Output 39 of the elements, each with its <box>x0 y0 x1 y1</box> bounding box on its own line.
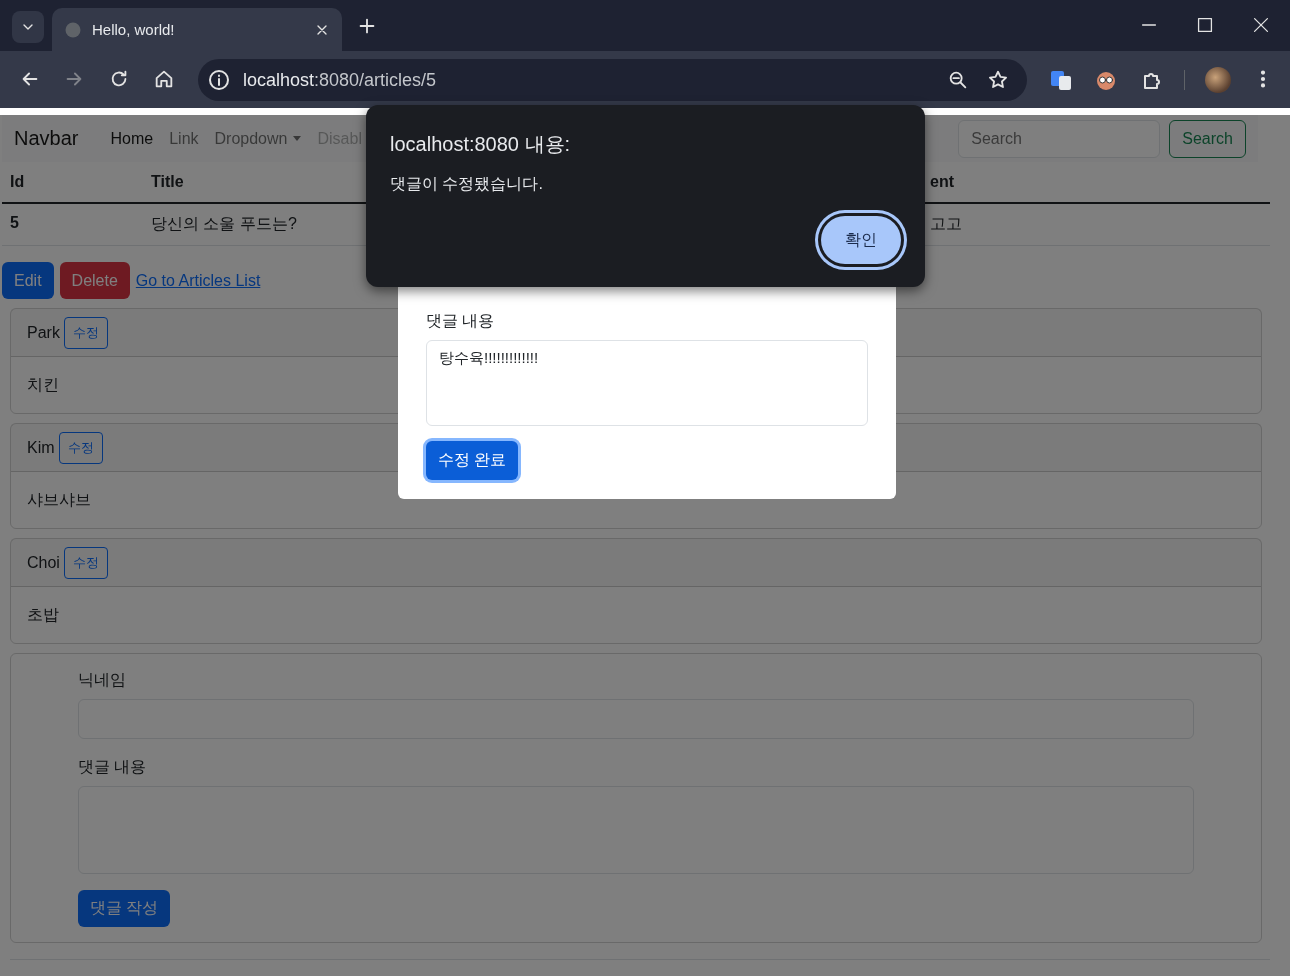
field-label: 댓글 내용 <box>78 757 148 777</box>
delete-button[interactable]: Delete <box>59 262 130 299</box>
save-edit-button[interactable]: 수정 완료 <box>426 441 519 480</box>
search-field[interactable]: Search <box>958 119 1161 158</box>
submit-comment-button[interactable]: 댓글 작성 <box>78 890 171 927</box>
home-icon[interactable] <box>153 68 175 90</box>
edit-button[interactable]: Edit <box>2 262 54 299</box>
info-icon[interactable] <box>207 68 231 92</box>
star-icon[interactable] <box>987 69 1009 91</box>
field-label: 댓글 내용 <box>426 311 496 331</box>
nav-link[interactable]: Dropdown <box>206 129 310 148</box>
table-cell: 고고 <box>928 204 1270 246</box>
address-bar[interactable]: localhost:8080/articles/5 <box>198 59 1027 101</box>
search-button[interactable]: Search <box>1169 119 1246 158</box>
browser-tab[interactable]: Hello, world! <box>52 8 342 51</box>
comment-author: Park <box>27 323 60 342</box>
navbar-brand[interactable]: Navbar <box>14 127 79 150</box>
comment-author: Choi <box>27 553 60 572</box>
zoom-icon[interactable] <box>947 69 969 91</box>
comment-body: 치킨 <box>27 374 59 395</box>
tab-search-button[interactable] <box>12 11 44 43</box>
nav-link[interactable]: Link <box>161 129 207 148</box>
comment-body: 초밥 <box>27 604 59 625</box>
edit-comment-button[interactable]: 수정 <box>58 431 103 464</box>
articles-list-link[interactable]: Go to Articles List <box>135 271 261 290</box>
table-cell: 5 <box>2 204 143 246</box>
dialog-title: localhost:8080 내용: <box>390 132 572 157</box>
comment-textarea[interactable]: 탕수육!!!!!!!!!!!!! <box>426 340 868 426</box>
tab-title: Hello, world! <box>92 21 176 38</box>
dialog-message: 댓글이 수정됐습니다. <box>390 174 544 194</box>
column-header: Id <box>2 162 143 204</box>
profile-avatar[interactable] <box>1205 67 1231 93</box>
column-header: ent <box>928 162 1270 204</box>
nav-link[interactable]: Home <box>102 129 162 148</box>
edit-comment-button[interactable]: 수정 <box>63 546 108 579</box>
edit-comment-button[interactable]: 수정 <box>63 316 108 349</box>
comment-body: 샤브샤브 <box>27 489 91 510</box>
field-label: 닉네임 <box>78 670 127 690</box>
comment-author: Kim <box>27 438 55 457</box>
